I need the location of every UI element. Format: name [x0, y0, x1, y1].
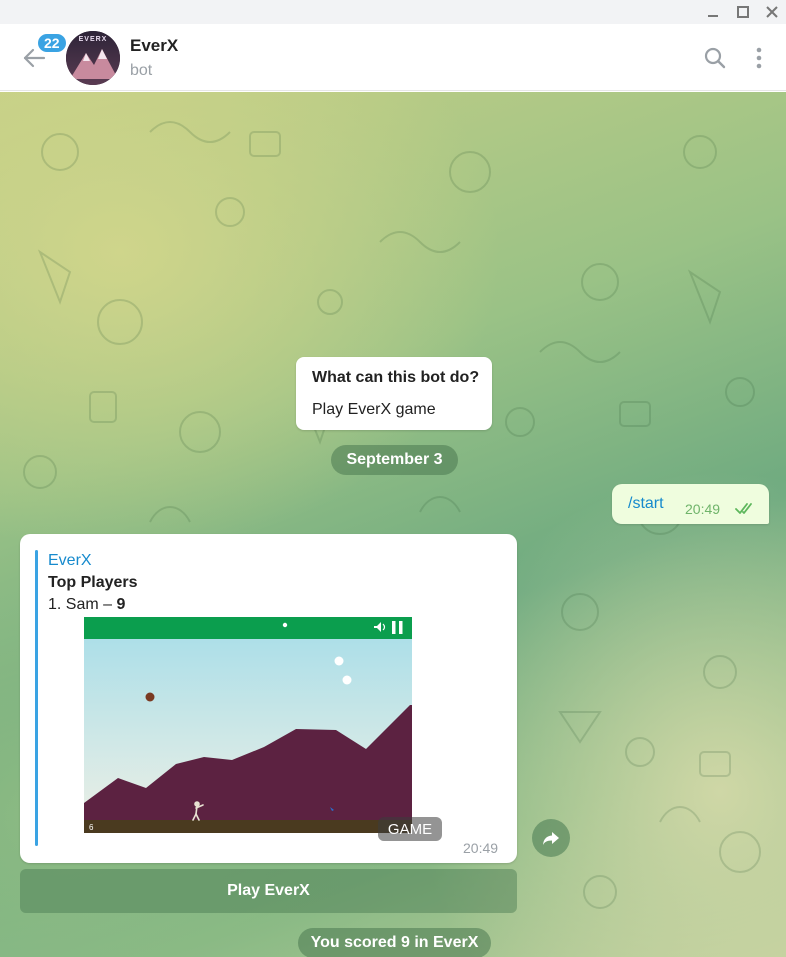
minimize-button[interactable] [704, 3, 722, 21]
more-vertical-icon [756, 47, 762, 69]
bot-info-title: What can this bot do? [312, 369, 480, 386]
service-message-score: You scored 9 in EverX [298, 928, 491, 957]
outgoing-message[interactable]: /start 20:49 [612, 484, 769, 524]
chat-area[interactable]: What can this bot do? Play EverX game Se… [0, 92, 786, 957]
date-separator: September 3 [331, 445, 458, 475]
game-message[interactable]: EverX Top Players 1. Sam – 9 6 GAME 20:4… [20, 534, 517, 863]
search-button[interactable] [701, 44, 729, 72]
close-icon [766, 6, 778, 18]
chat-subtitle: bot [130, 62, 153, 79]
game-badge: GAME [378, 817, 442, 841]
play-game-button[interactable]: Play EverX [20, 869, 517, 913]
maximize-icon [737, 6, 749, 18]
game-bot-name[interactable]: EverX [48, 552, 92, 570]
chat-header: 22 EVERX EverX bot [0, 24, 786, 91]
window-titlebar [0, 0, 786, 24]
game-rank-player: 1. Sam – [48, 596, 117, 613]
maximize-button[interactable] [734, 3, 752, 21]
avatar-logo-text: EVERX [78, 36, 108, 43]
game-score-display: 6 [89, 823, 94, 832]
game-preview-scene: 6 [84, 617, 412, 833]
share-arrow-icon [543, 832, 559, 845]
game-heading: Top Players [48, 574, 138, 591]
outgoing-message-text[interactable]: /start [628, 495, 664, 513]
unread-count-badge: 22 [36, 32, 68, 54]
game-rank-line: 1. Sam – 9 [48, 596, 125, 614]
message-time: 20:49 [685, 501, 721, 517]
double-check-icon [735, 503, 752, 514]
game-ground [84, 820, 412, 833]
minimize-icon [708, 15, 718, 17]
close-button[interactable] [763, 3, 781, 21]
bot-info-text: Play EverX game [312, 401, 436, 418]
chat-title: EverX [130, 36, 179, 55]
search-icon [704, 47, 726, 69]
game-preview-image[interactable]: 6 [84, 617, 412, 833]
game-message-time: 20:49 [463, 840, 499, 856]
avatar[interactable]: EVERX [66, 31, 120, 85]
game-quote-border [35, 550, 38, 846]
bot-info-card: What can this bot do? Play EverX game [296, 357, 492, 430]
game-rank-score: 9 [116, 596, 126, 613]
game-top-bar [84, 617, 412, 639]
more-menu-button[interactable] [745, 44, 773, 72]
share-button[interactable] [532, 819, 570, 857]
